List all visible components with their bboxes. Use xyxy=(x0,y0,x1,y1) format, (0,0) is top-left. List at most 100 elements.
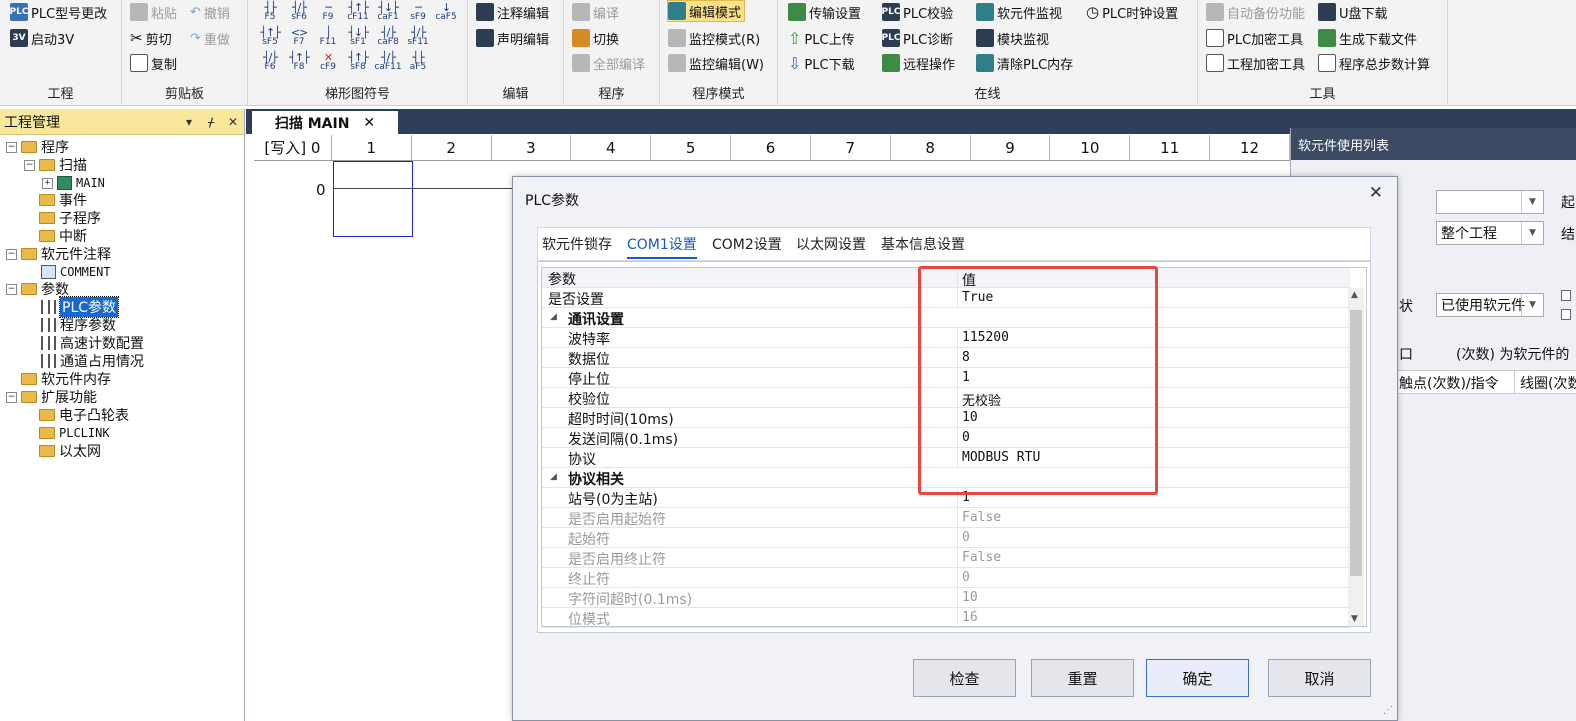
param-row[interactable]: 是否设置 True xyxy=(542,288,1350,308)
param-row[interactable]: 超时时间(10ms) 10 xyxy=(542,408,1350,428)
paste-button[interactable]: 粘贴 xyxy=(130,1,177,23)
scroll-thumb[interactable] xyxy=(1350,310,1362,576)
tab-com2[interactable]: COM2设置 xyxy=(712,234,782,254)
collapse-icon[interactable]: − xyxy=(6,141,17,153)
ladder-symbol-button[interactable]: ─ sF9 xyxy=(404,2,432,24)
monitor-edit-button[interactable]: 监控编辑(W) xyxy=(668,52,764,74)
ladder-symbol-button[interactable]: ┤↑├ sF5 xyxy=(256,27,284,49)
edit-mode-button[interactable]: 编辑模式 xyxy=(667,0,746,22)
param-row[interactable]: 位模式 16 xyxy=(542,608,1350,628)
ladder-symbol-button[interactable]: ┤/├ sF6 xyxy=(285,2,313,24)
undo-button[interactable]: ↶ 撤销 xyxy=(190,1,230,23)
tree-node-plc-params[interactable]: PLC参数 xyxy=(41,296,120,318)
dialog-close-icon[interactable]: ✕ xyxy=(1369,183,1383,203)
tree-node-device-comment[interactable]: − 软元件注释 xyxy=(6,245,111,263)
ladder-symbol-button[interactable]: ✕ cF9 xyxy=(314,52,342,74)
param-value[interactable]: 10 xyxy=(962,410,978,425)
param-value[interactable]: 0 xyxy=(962,430,970,445)
cut-button[interactable]: ✂ 剪切 xyxy=(130,27,172,49)
ladder-symbol-button[interactable]: ┤/├ caF8 xyxy=(374,27,402,49)
remote-op-button[interactable]: 远程操作 xyxy=(882,52,955,74)
tab-device-latch[interactable]: 软元件锁存 xyxy=(542,234,612,254)
collapse-icon[interactable]: ◢ xyxy=(550,472,557,482)
plc-encrypt-button[interactable]: PLC加密工具 xyxy=(1206,27,1303,49)
gen-download-file-button[interactable]: 生成下载文件 xyxy=(1318,27,1417,49)
switch-button[interactable]: 切换 xyxy=(572,27,619,49)
tree-node-ethernet[interactable]: 以太网 xyxy=(39,442,101,460)
ladder-symbol-button[interactable]: ┤/├ F6 xyxy=(256,52,284,74)
tree-node-program[interactable]: − 程序 xyxy=(6,138,69,156)
expand-icon[interactable]: + xyxy=(42,177,53,189)
clear-memory-button[interactable]: 清除PLC内存 xyxy=(976,52,1073,74)
tree-node-device-memory[interactable]: 软元件内存 xyxy=(21,370,111,388)
tree-node-extensions[interactable]: − 扩展功能 xyxy=(6,388,97,406)
ladder-symbol-button[interactable]: ┤↓├ caF1 xyxy=(374,2,402,24)
tree-node-hs-counter[interactable]: 高速计数配置 xyxy=(41,334,144,352)
ladder-symbol-button[interactable]: ┤/├ sF11 xyxy=(404,27,432,49)
ladder-symbol-button[interactable]: ┤↓├ sF1 xyxy=(344,27,372,49)
compile-all-button[interactable]: 全部编译 xyxy=(572,52,645,74)
param-row[interactable]: 波特率 115200 xyxy=(542,328,1350,348)
param-row[interactable]: 字符间超时(0.1ms) 10 xyxy=(542,588,1350,608)
tree-node-scan[interactable]: − 扫描 xyxy=(24,156,87,174)
redo-button[interactable]: ↷ 重做 xyxy=(190,27,230,49)
monitor-mode-button[interactable]: 监控模式(R) xyxy=(668,27,760,49)
comment-edit-button[interactable]: 注释编辑 xyxy=(476,1,549,23)
tree-node-plclink[interactable]: PLCLINK xyxy=(39,424,110,442)
collapse-icon[interactable]: ◢ xyxy=(550,312,557,322)
ladder-symbol-button[interactable]: ┤↑├ F8 xyxy=(285,52,313,74)
check-button[interactable]: 检查 xyxy=(913,659,1016,697)
option-checkbox-1[interactable] xyxy=(1561,290,1571,301)
tree-node-params[interactable]: − 参数 xyxy=(6,280,69,298)
usb-download-button[interactable]: U盘下载 xyxy=(1318,1,1388,23)
collapse-icon[interactable]: − xyxy=(6,391,17,403)
ladder-symbol-button[interactable]: ┤/├ caF11 xyxy=(374,52,402,74)
param-row[interactable]: 校验位 无校验 xyxy=(542,388,1350,409)
plc-clock-button[interactable]: ◷ PLC时钟设置 xyxy=(1086,1,1178,23)
ladder-symbol-button[interactable]: ┤├ F5 xyxy=(256,2,284,24)
project-encrypt-button[interactable]: 工程加密工具 xyxy=(1206,52,1305,74)
param-value[interactable]: 1 xyxy=(962,370,970,385)
param-value[interactable]: 115200 xyxy=(962,330,1009,345)
change-model-button[interactable]: PLC PLC型号更改 xyxy=(10,1,107,23)
start-device-combo[interactable]: ▼ xyxy=(1436,190,1544,214)
collapse-icon[interactable]: − xyxy=(24,159,35,171)
tab-basic-info[interactable]: 基本信息设置 xyxy=(881,234,965,254)
param-row[interactable]: 起始符 0 xyxy=(542,528,1350,548)
param-row[interactable]: 是否启用起始符 False xyxy=(542,508,1350,528)
tab-com1[interactable]: COM1设置 xyxy=(627,234,697,259)
ladder-symbol-button[interactable]: ┤↑├ cF11 xyxy=(344,2,372,24)
param-value[interactable]: 8 xyxy=(962,350,970,365)
param-row[interactable]: 协议 MODBUS RTU xyxy=(542,448,1350,468)
tab-main[interactable]: 扫描 MAIN ✕ xyxy=(252,111,398,134)
auto-backup-button[interactable]: 自动备份功能 xyxy=(1206,1,1305,23)
plc-diagnose-button[interactable]: PLC PLC诊断 xyxy=(882,27,953,49)
tab-ethernet[interactable]: 以太网设置 xyxy=(796,234,866,254)
param-scrollbar[interactable]: ▲ ▼ xyxy=(1348,288,1364,626)
tree-node-cam-table[interactable]: 电子凸轮表 xyxy=(39,406,129,424)
ladder-cursor[interactable] xyxy=(333,161,413,237)
param-value[interactable]: MODBUS RTU xyxy=(962,450,1040,465)
param-value[interactable]: True xyxy=(962,290,993,305)
ok-button[interactable]: 确定 xyxy=(1146,659,1249,697)
tree-node-event[interactable]: 事件 xyxy=(39,191,87,209)
ladder-symbol-button[interactable]: ─ F9 xyxy=(314,2,342,24)
collapse-icon[interactable]: − xyxy=(6,283,17,295)
declare-edit-button[interactable]: 声明编辑 xyxy=(476,27,549,49)
ladder-symbol-button[interactable]: <> F7 xyxy=(285,27,313,49)
tree-node-subprogram[interactable]: 子程序 xyxy=(39,209,101,227)
param-value[interactable]: 1 xyxy=(962,490,970,505)
collapse-icon[interactable]: − xyxy=(6,248,17,260)
plc-upload-button[interactable]: ⇧ PLC上传 xyxy=(788,27,855,49)
pin-icon[interactable]: ᚋ xyxy=(200,115,222,129)
close-icon[interactable]: ✕ xyxy=(222,115,244,129)
plc-download-button[interactable]: ⇩ PLC下载 xyxy=(788,52,855,74)
tree-node-channel-usage[interactable]: 通道占用情况 xyxy=(41,352,144,370)
scope-combo[interactable]: 整个工程 ▼ xyxy=(1436,221,1544,245)
ladder-symbol-button[interactable]: ↓ caF5 xyxy=(432,2,460,24)
transfer-settings-button[interactable]: 传输设置 xyxy=(788,1,861,23)
param-value[interactable]: 无校验 xyxy=(962,390,1001,409)
ladder-symbol-button[interactable]: ┤├ aF5 xyxy=(404,52,432,74)
status-combo[interactable]: 已使用软元件 ▼ xyxy=(1436,293,1544,317)
step-calc-button[interactable]: 程序总步数计算 xyxy=(1318,52,1430,74)
